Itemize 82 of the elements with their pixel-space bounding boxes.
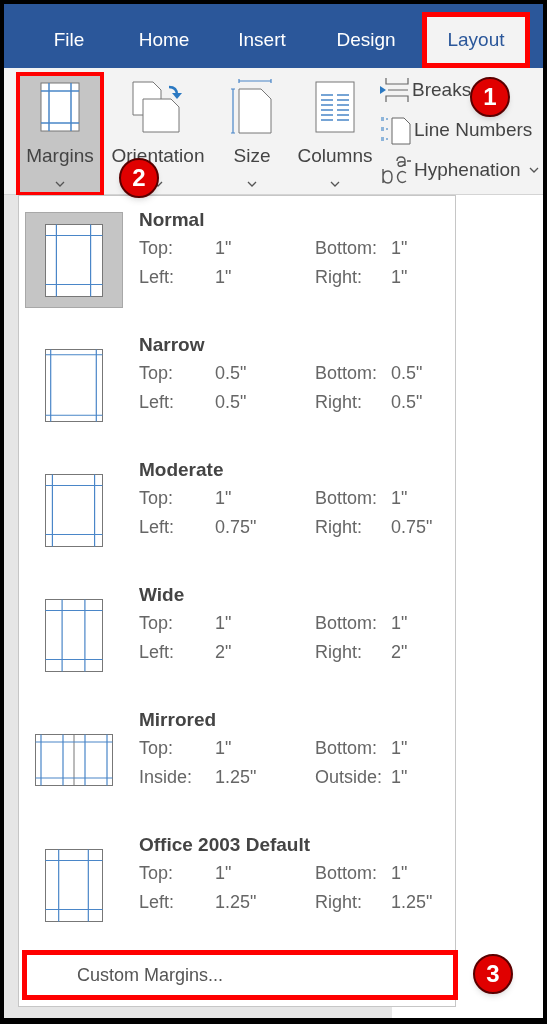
chevron-down-icon <box>247 180 257 187</box>
line-numbers-icon <box>380 115 412 145</box>
preset-name: Office 2003 Default <box>139 833 312 857</box>
margin-value: 0.5" <box>391 362 423 385</box>
margin-label: Top: <box>139 487 175 510</box>
margin-label: Left: <box>139 891 176 914</box>
margin-label: Right: <box>315 266 364 289</box>
margin-value: 0.5" <box>215 391 248 414</box>
margin-value: 1" <box>215 266 233 289</box>
page-margins-icon <box>45 223 103 297</box>
preset-name: Mirrored <box>139 708 218 732</box>
margin-value: 1" <box>391 612 408 635</box>
page-size-icon <box>231 79 273 135</box>
page-margins-icon <box>40 82 80 132</box>
margin-value: 1" <box>215 237 233 260</box>
margin-label: Top: <box>139 612 175 635</box>
margin-value: 0.75" <box>391 516 433 539</box>
margin-label: Right: <box>315 516 364 539</box>
margin-label: Left: <box>139 266 176 289</box>
menu-item[interactable]: Office 2003 Default Top: 1" Bottom: 1" Left: 1.25" Right: 1.25" <box>19 821 455 946</box>
margin-value: 1" <box>215 862 233 885</box>
margin-value: 1" <box>215 737 233 760</box>
margin-value: 1" <box>391 737 408 760</box>
chevron-down-icon <box>528 167 539 173</box>
margin-label: Right: <box>315 391 364 414</box>
menu-item[interactable]: Normal Top: 1" Bottom: 1" Left: 1" Right: 1" <box>19 196 455 321</box>
margin-value: 1" <box>215 612 233 635</box>
margin-label: Bottom: <box>315 737 379 760</box>
menu-item[interactable]: Moderate Top: 1" Bottom: 1" Left: 0.75" Right: 0.75" <box>19 446 455 571</box>
preset-name: Wide <box>139 583 186 607</box>
margin-label: Bottom: <box>315 862 379 885</box>
margin-value: 0.75" <box>215 516 258 539</box>
ribbon-tab[interactable]: File <box>24 12 114 68</box>
ribbon-tab[interactable]: Insert <box>214 12 310 68</box>
margin-value: 1" <box>391 766 408 789</box>
page-break-icon <box>380 77 410 103</box>
ribbon-button[interactable]: Hyphenation <box>380 152 539 188</box>
margin-value: 2" <box>391 641 408 664</box>
margin-label: Right: <box>315 891 364 914</box>
menu-item[interactable]: Wide Top: 1" Bottom: 1" Left: 2" Right: 2" <box>19 571 455 696</box>
margin-label: Bottom: <box>315 487 379 510</box>
margin-label: Top: <box>139 737 175 760</box>
margin-label: Left: <box>139 391 176 414</box>
margin-label: Right: <box>315 641 364 664</box>
hyphenation-icon <box>380 155 412 185</box>
columns-icon <box>315 81 355 133</box>
menu-item[interactable]: Mirrored Top: 1" Bottom: 1" Inside: 1.25" Outside: 1" <box>19 696 455 821</box>
margin-label: Top: <box>139 237 175 260</box>
margin-label: Top: <box>139 362 175 385</box>
margin-label: Left: <box>139 641 176 664</box>
preset-name: Narrow <box>139 333 206 357</box>
chevron-down-icon <box>330 180 340 187</box>
margin-value: 1" <box>391 237 408 260</box>
margin-value: 1.25" <box>215 766 258 789</box>
chevron-down-icon <box>55 180 65 187</box>
margin-label: Inside: <box>139 766 194 789</box>
margin-label: Top: <box>139 862 175 885</box>
menu-item[interactable]: Narrow Top: 0.5" Bottom: 0.5" Left: 0.5" Right: 0.5" <box>19 321 455 446</box>
ribbon-button[interactable]: Columns <box>292 72 378 196</box>
margin-label: Bottom: <box>315 237 379 260</box>
margin-label: Left: <box>139 516 176 539</box>
margin-value: 1" <box>391 266 408 289</box>
margin-label: Outside: <box>315 766 384 789</box>
pages-rotate-icon <box>131 81 185 133</box>
custom-margins-item[interactable]: Custom Margins... <box>22 950 458 1000</box>
ribbon-tab[interactable]: Layout <box>422 12 530 68</box>
ribbon-button[interactable]: Margins <box>16 72 104 196</box>
margin-value: 2" <box>215 641 233 664</box>
ribbon-tab[interactable]: Design <box>310 12 422 68</box>
margin-value: 0.5" <box>215 362 248 385</box>
margin-value: 0.5" <box>391 391 423 414</box>
margin-value: 1" <box>215 487 233 510</box>
margin-value: 1" <box>391 487 409 510</box>
margin-value: 1" <box>391 862 409 885</box>
margin-label: Bottom: <box>315 362 379 385</box>
ribbon-tab[interactable]: Home <box>114 12 214 68</box>
margin-value: 1.25" <box>391 891 433 914</box>
ribbon-button[interactable]: Size <box>212 72 292 196</box>
preset-name: Normal <box>139 208 206 232</box>
preset-name: Moderate <box>139 458 225 482</box>
margin-label: Bottom: <box>315 612 379 635</box>
margin-value: 1.25" <box>215 891 258 914</box>
